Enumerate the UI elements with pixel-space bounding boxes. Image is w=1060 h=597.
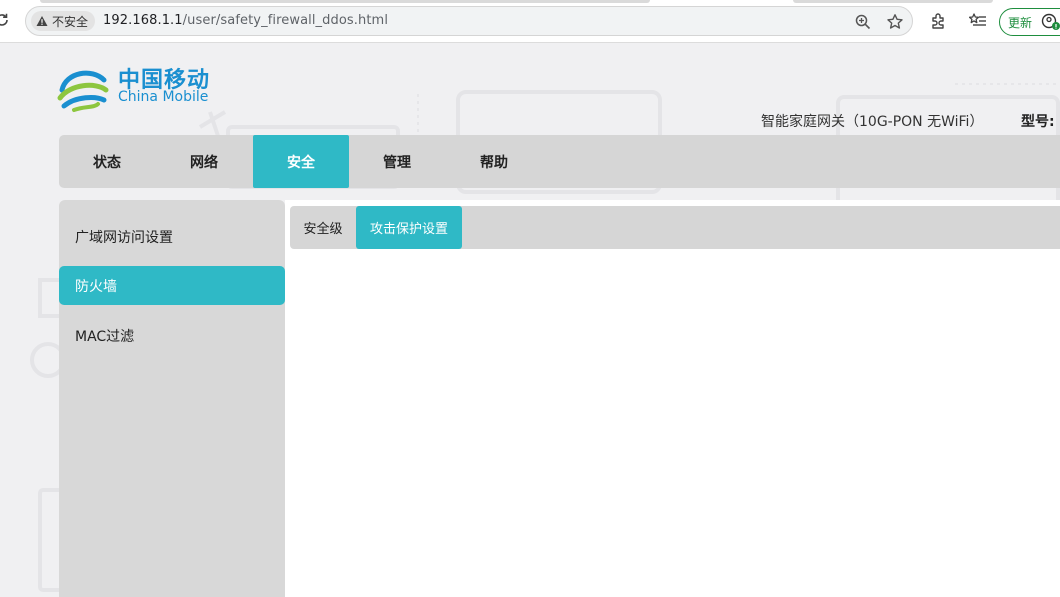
device-info: 智能家庭网关（10G-PON 无WiFi） [761, 114, 984, 130]
sidebar-item-mac-filter[interactable]: MAC过滤 [59, 316, 285, 355]
update-button[interactable]: 更新 [999, 8, 1060, 36]
profile-icon [1041, 13, 1060, 30]
nav-security[interactable]: 安全 [253, 135, 349, 188]
sidebar-item-firewall[interactable]: 防火墙 [59, 266, 285, 305]
url-path: /user/safety_firewall_ddos.html [182, 13, 389, 28]
reading-list-icon[interactable] [969, 12, 987, 30]
extensions-icon[interactable] [929, 12, 947, 30]
tab-strip-edge [793, 0, 993, 3]
nav-network[interactable]: 网络 [156, 135, 252, 188]
sidebar-item-wan-access[interactable]: 广域网访问设置 [59, 217, 285, 256]
main-content: 安全级 攻击保护设置 [285, 200, 1060, 597]
url-host: 192.168.1.1 [103, 13, 183, 28]
zoom-icon[interactable] [854, 13, 872, 31]
bookmark-star-icon[interactable] [886, 13, 904, 31]
main-nav: 状态 网络 安全 管理 帮助 [59, 135, 1060, 188]
logo-title-en: China Mobile [118, 89, 209, 105]
update-label: 更新 [1008, 15, 1033, 30]
browser-toolbar: 不安全 192.168.1.1/user/safety_firewall_ddo… [0, 0, 1060, 43]
warning-icon [36, 16, 48, 26]
address-bar[interactable]: 不安全 192.168.1.1/user/safety_firewall_ddo… [25, 6, 913, 36]
url-text[interactable]: 192.168.1.1/user/safety_firewall_ddos.ht… [103, 13, 388, 28]
tab-strip-edge [40, 0, 650, 3]
nav-status[interactable]: 状态 [59, 135, 155, 188]
sub-tab-bar: 安全级 攻击保护设置 [290, 206, 1060, 249]
security-indicator[interactable]: 不安全 [31, 11, 96, 31]
tab-attack-protection[interactable]: 攻击保护设置 [356, 206, 462, 249]
tab-security-level[interactable]: 安全级 [290, 206, 356, 249]
nav-help[interactable]: 帮助 [446, 135, 542, 188]
sidebar: 广域网访问设置 防火墙 MAC过滤 [59, 200, 285, 597]
nav-management[interactable]: 管理 [349, 135, 445, 188]
model-label: 型号: [1021, 114, 1055, 130]
reload-icon[interactable] [0, 12, 10, 28]
security-label: 不安全 [52, 14, 89, 29]
